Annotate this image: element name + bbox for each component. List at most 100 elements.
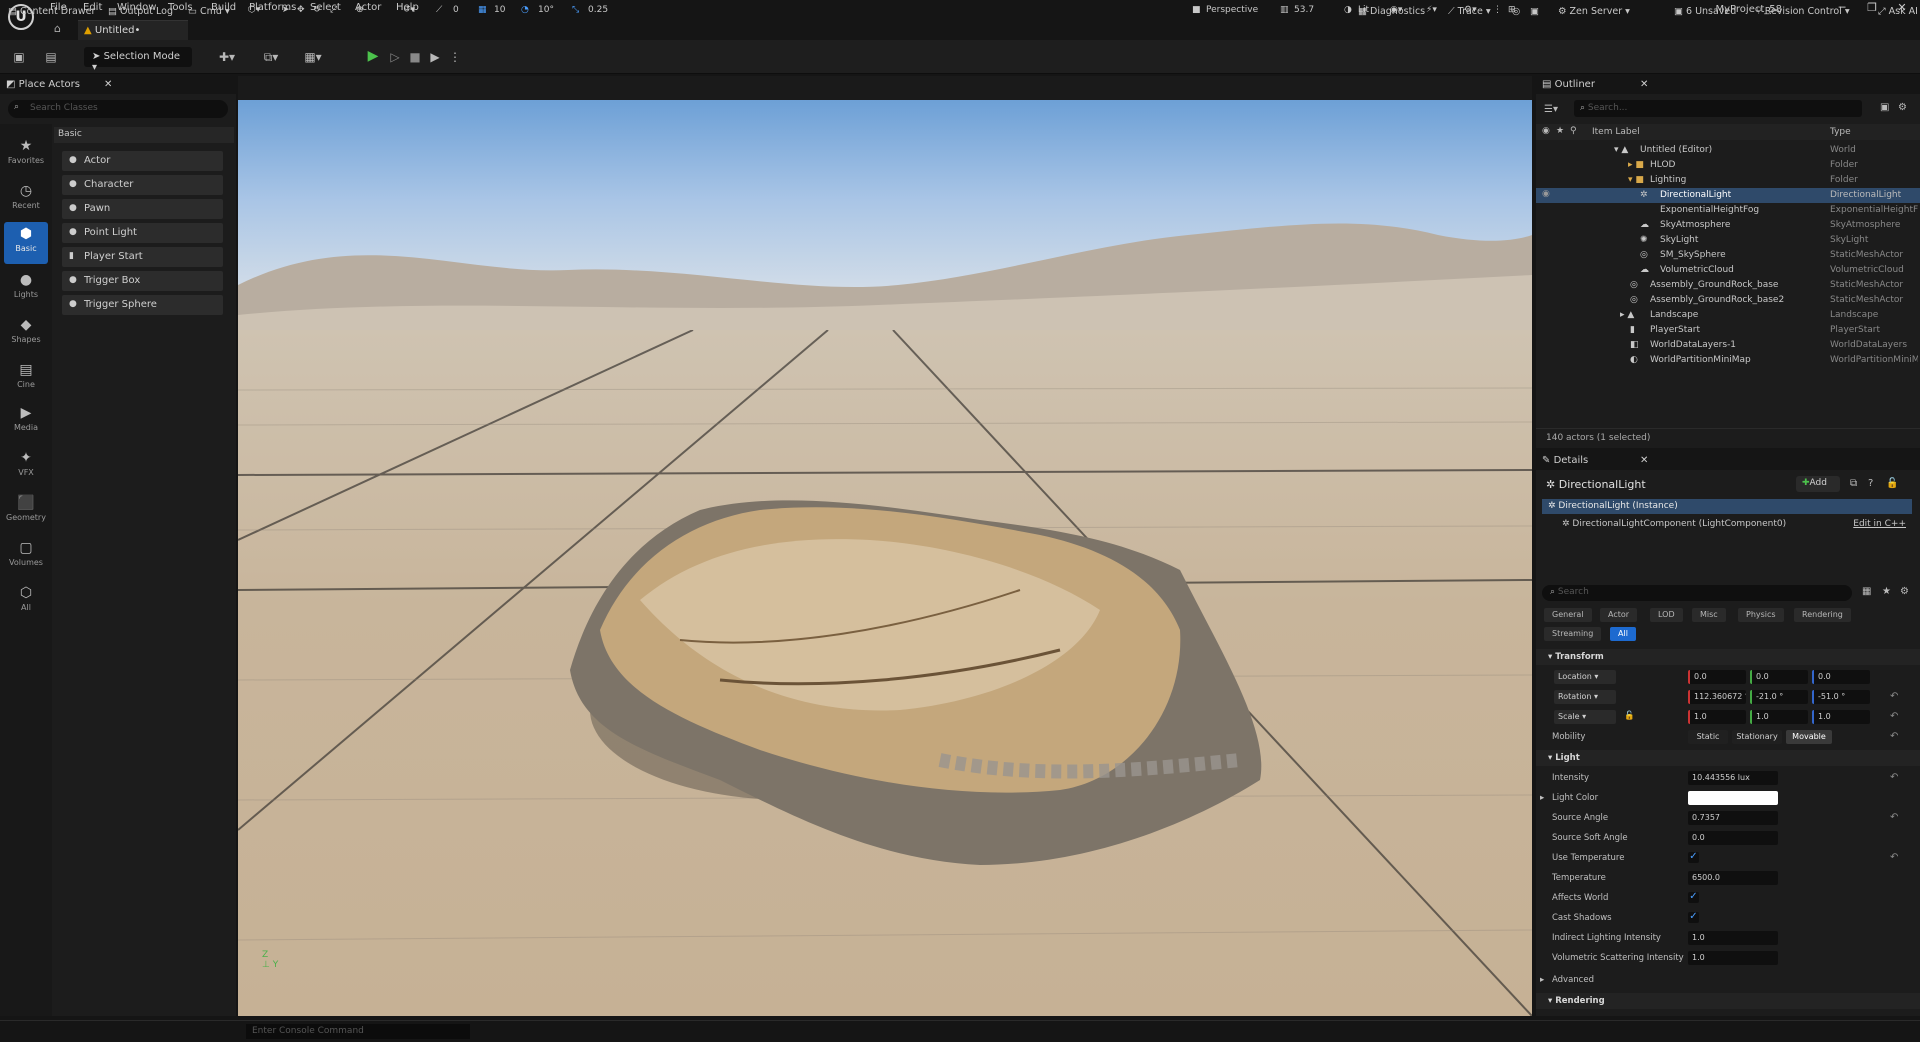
category-all[interactable]: ⬡ All: [4, 581, 48, 623]
actor-item-player-start[interactable]: ▮ Player Start: [62, 247, 223, 267]
close-tab-icon[interactable]: ✕: [104, 79, 112, 90]
type-column[interactable]: Type: [1830, 127, 1851, 137]
scale-snap-icon[interactable]: ⤡: [572, 5, 579, 15]
rendering-section[interactable]: ▾ Rendering: [1536, 993, 1920, 1009]
revision-control-dropdown[interactable]: ⑂ Revision Control ▾: [1756, 6, 1850, 17]
location-dropdown[interactable]: Location ▾: [1554, 670, 1616, 684]
selection-mode-dropdown[interactable]: ➤ Selection Mode ▾: [84, 47, 192, 73]
temperature-input[interactable]: 6500.0: [1688, 871, 1778, 885]
rotation-snap-value[interactable]: 10°: [538, 5, 554, 15]
category-volumes[interactable]: ▢ Volumes: [4, 536, 48, 578]
home-icon[interactable]: ⌂: [54, 22, 61, 35]
more-options-icon[interactable]: ⋮: [446, 48, 464, 66]
category-geometry[interactable]: ⬛ Geometry: [4, 491, 48, 533]
trace-dropdown[interactable]: ⟋ Trace ▾: [1448, 6, 1491, 17]
cast-shadows-checkbox[interactable]: ✓: [1688, 912, 1699, 923]
select-tool-icon[interactable]: ➤: [282, 5, 290, 15]
lock-icon[interactable]: 🔓: [1886, 478, 1898, 489]
actor-item-point-light[interactable]: ● Point Light: [62, 223, 223, 243]
world-space-icon[interactable]: ⊕: [356, 5, 364, 15]
rotation-y-input[interactable]: -21.0 °: [1750, 690, 1808, 704]
play-icon[interactable]: ▶: [364, 47, 382, 65]
snap-icon[interactable]: ⟋: [436, 5, 442, 15]
outliner-search-input[interactable]: ⌕ Search...: [1574, 100, 1862, 117]
browse-icon[interactable]: ▤: [42, 48, 60, 66]
zen-server-dropdown[interactable]: ⚙ Zen Server ▾: [1558, 6, 1630, 17]
scale-z-input[interactable]: 1.0: [1812, 710, 1870, 724]
close-tab-icon[interactable]: ✕: [1640, 455, 1648, 466]
star-icon[interactable]: ★: [1882, 586, 1891, 597]
location-x-input[interactable]: 0.0: [1688, 670, 1746, 684]
use-temperature-checkbox[interactable]: ✓: [1688, 852, 1699, 863]
outliner-row[interactable]: ◎ Assembly_GroundRock_base2 StaticMeshActo…: [1536, 293, 1920, 308]
category-basic[interactable]: ⬢ Basic: [4, 222, 48, 264]
scale-y-input[interactable]: 1.0: [1750, 710, 1808, 724]
blueprint-icon[interactable]: ⧉▾: [262, 48, 280, 66]
rotate-tool-icon[interactable]: ↻: [313, 5, 321, 15]
blueprint-icon[interactable]: ⧉: [1850, 478, 1857, 489]
rock-mesh[interactable]: [520, 480, 1280, 880]
outliner-row[interactable]: ◧ WorldDataLayers-1 WorldDataLayers: [1536, 338, 1920, 353]
chevron-right-icon[interactable]: ▸: [1540, 793, 1544, 803]
volumetric-scattering-input[interactable]: 1.0: [1688, 951, 1778, 965]
transform-section[interactable]: ▾ Transform: [1536, 649, 1920, 665]
snap-value[interactable]: 0: [453, 5, 459, 15]
performance-icon[interactable]: ⚡▾: [1426, 5, 1437, 15]
light-section[interactable]: ▾ Light: [1536, 750, 1920, 766]
actor-item-trigger-sphere[interactable]: ● Trigger Sphere: [62, 295, 223, 315]
search-classes-input[interactable]: ⌕ Search Classes: [8, 100, 228, 118]
filter-general[interactable]: General: [1544, 608, 1592, 622]
indirect-lighting-input[interactable]: 1.0: [1688, 931, 1778, 945]
advanced-row[interactable]: ▸ Advanced: [1536, 970, 1920, 990]
outliner-row[interactable]: ☁ VolumetricCloud VolumetricCloud: [1536, 263, 1920, 278]
unsaved-button[interactable]: ▣ 6 Unsaved: [1674, 6, 1736, 17]
outliner-row[interactable]: ▸ ■ HLOD Folder: [1536, 158, 1920, 173]
grid-snap-icon[interactable]: ▦: [478, 5, 487, 15]
scale-x-input[interactable]: 1.0: [1688, 710, 1746, 724]
affects-world-checkbox[interactable]: ✓: [1688, 892, 1699, 903]
outliner-row[interactable]: ▾ ▲ Untitled (Editor) World: [1536, 143, 1920, 158]
mobility-static[interactable]: Static: [1688, 730, 1728, 744]
rotation-z-input[interactable]: -51.0 °: [1812, 690, 1870, 704]
outliner-row[interactable]: ☁ SkyAtmosphere SkyAtmosphere: [1536, 218, 1920, 233]
step-icon[interactable]: ▷: [386, 48, 404, 66]
outliner-row[interactable]: ◎ Assembly_GroundRock_base StaticMeshActor: [1536, 278, 1920, 293]
outliner-row[interactable]: ◐ WorldPartitionMiniMap WorldPartitionMini…: [1536, 353, 1920, 368]
surface-snap-icon[interactable]: ↺▾: [403, 5, 415, 15]
tab-untitled[interactable]: ▲ Untitled•: [78, 20, 188, 40]
diagnostics-button[interactable]: ▦ Diagnostics: [1358, 6, 1425, 17]
category-lights[interactable]: ● Lights: [4, 268, 48, 310]
category-favorites[interactable]: ★ Favorites: [4, 134, 48, 176]
intensity-input[interactable]: 10.443556 lux: [1688, 771, 1778, 785]
filter-physics[interactable]: Physics: [1738, 608, 1784, 622]
component-row[interactable]: ✲ DirectionalLightComponent (LightCompon…: [1542, 517, 1912, 532]
perspective-dropdown[interactable]: Perspective: [1206, 5, 1258, 15]
settings-icon[interactable]: ⚙: [1898, 102, 1907, 113]
filter-all[interactable]: All: [1610, 627, 1636, 641]
grid-size[interactable]: 10: [494, 5, 505, 15]
rotation-dropdown[interactable]: Rotation ▾: [1554, 690, 1616, 704]
reset-icon[interactable]: ↶: [1890, 812, 1898, 823]
category-media[interactable]: ▶ Media: [4, 401, 48, 443]
outliner-row[interactable]: ▸ ▲ Landscape Landscape: [1536, 308, 1920, 323]
cinematics-icon[interactable]: ▦▾: [304, 48, 322, 66]
filter-actor[interactable]: Actor: [1600, 608, 1638, 622]
help-icon[interactable]: ?: [1868, 478, 1873, 489]
category-shapes[interactable]: ◆ Shapes: [4, 313, 48, 355]
outliner-row[interactable]: ExponentialHeightFog ExponentialHeightFo: [1536, 203, 1920, 218]
mobility-movable[interactable]: Movable: [1786, 730, 1832, 744]
filter-rendering[interactable]: Rendering: [1794, 608, 1851, 622]
move-tool-icon[interactable]: ✥: [297, 5, 305, 15]
add-folder-icon[interactable]: ▣: [1880, 102, 1889, 113]
outliner-row-selected[interactable]: ◉ ✲ DirectionalLight DirectionalLight: [1536, 188, 1920, 203]
filter-icon[interactable]: ☰▾: [1544, 104, 1558, 115]
stop-icon[interactable]: ■: [406, 48, 424, 66]
edit-in-cpp-link[interactable]: Edit in C++: [1853, 519, 1906, 529]
output-log-button[interactable]: ▤ Output Log: [108, 6, 173, 17]
category-cine[interactable]: ▤ Cine: [4, 358, 48, 400]
outliner-row[interactable]: ▮ PlayerStart PlayerStart: [1536, 323, 1920, 338]
filter-lod[interactable]: LOD: [1650, 608, 1683, 622]
reset-icon[interactable]: ↶: [1890, 772, 1898, 783]
grid-view-icon[interactable]: ▦: [1862, 586, 1871, 597]
outliner-row[interactable]: ✺ SkyLight SkyLight: [1536, 233, 1920, 248]
